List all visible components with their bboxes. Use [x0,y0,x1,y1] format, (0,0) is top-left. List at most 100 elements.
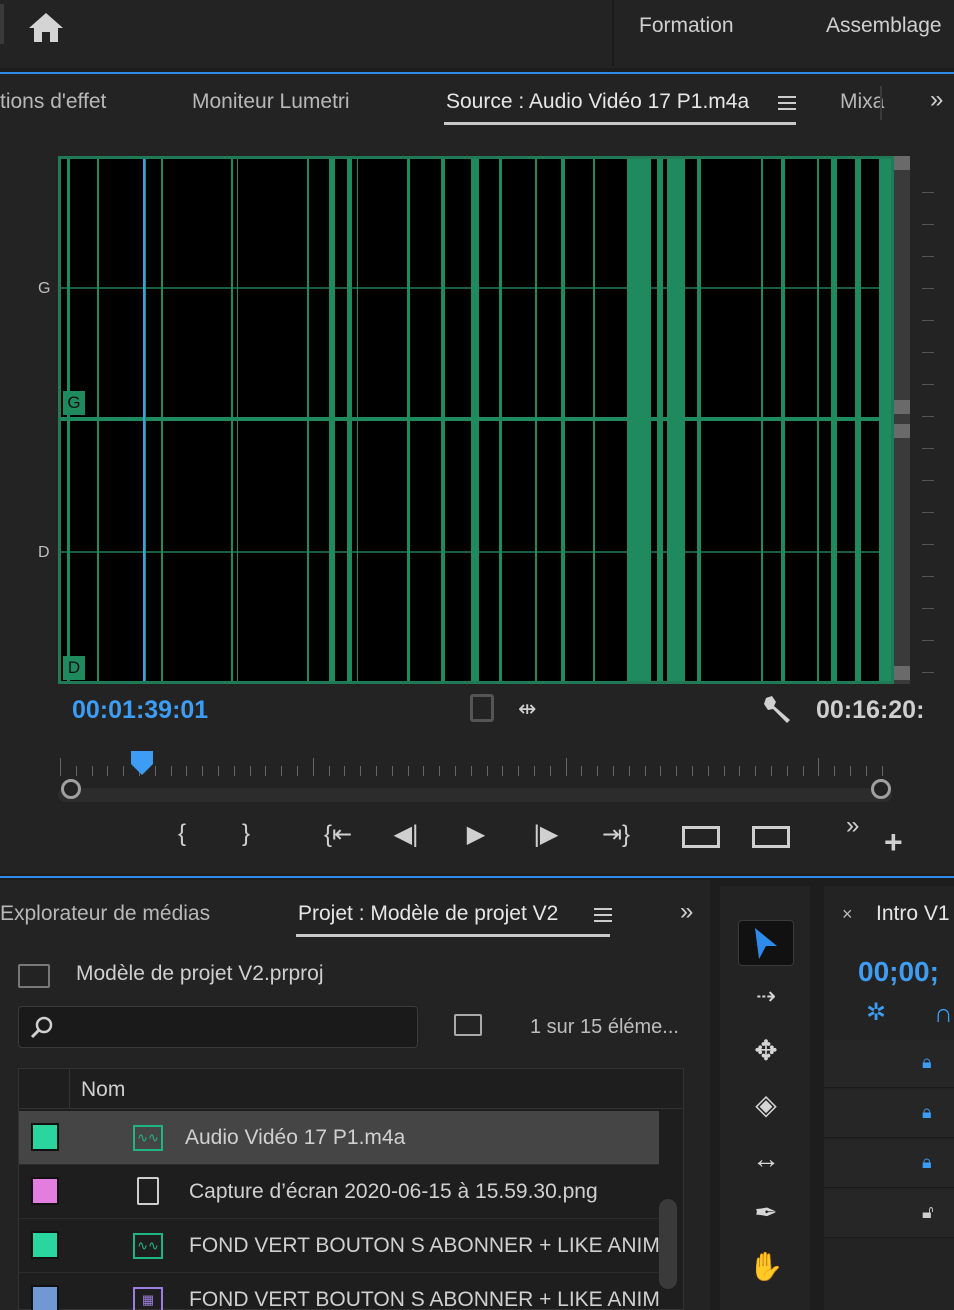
sequence-timecode[interactable]: 00;00; [858,956,939,988]
time-tick [455,766,456,776]
scroll-handle-top[interactable] [894,156,910,170]
label-color-swatch[interactable] [31,1231,59,1259]
time-tick [170,766,172,776]
label-color-swatch[interactable] [31,1123,59,1151]
slip-tool[interactable]: ↔ [738,1136,794,1182]
time-tick [565,758,567,776]
time-tick [233,766,235,776]
waveform-peak [879,159,891,681]
time-tick [549,766,551,776]
arrow-icon [755,928,777,959]
zoom-handle-left[interactable] [61,779,81,799]
time-tick [107,766,109,776]
waveform-peak [697,159,701,681]
duration-timecode: 00:16:20: [816,696,925,724]
lock-icon[interactable]: 🔒︎ [922,1052,932,1073]
ruler-tick [922,608,934,609]
ripple-edit-tool[interactable]: ✥ [738,1028,794,1074]
ruler-tick [922,256,934,257]
more-panels-icon[interactable]: » [680,898,693,926]
time-tick [723,766,725,776]
panel-grip [0,4,4,44]
new-search-bin-icon[interactable] [454,1014,482,1036]
wrench-icon[interactable] [762,694,794,724]
unlock-icon[interactable]: 🔓︎ [922,1202,934,1223]
selection-tool[interactable] [738,920,794,966]
linked-selection-icon[interactable]: ∩ [934,998,953,1029]
snap-icon[interactable]: ✲ [866,998,886,1027]
zoom-scrollbar[interactable] [58,788,892,802]
tab-audio-mixer[interactable]: Mixa [840,90,884,114]
panel-menu-icon[interactable] [778,96,796,110]
lock-icon[interactable]: 🔒︎ [922,1102,932,1123]
waveform-peak [161,159,163,681]
insert-button[interactable] [682,826,720,848]
search-input[interactable] [18,1006,418,1048]
close-icon[interactable]: × [842,904,853,925]
mark-in-button[interactable]: { [160,820,204,848]
pen-tool[interactable]: ✒ [738,1190,794,1236]
panel-menu-icon[interactable] [594,908,612,922]
go-to-in-button[interactable]: {⇤ [316,820,360,849]
item-name: FOND VERT BOUTON S ABONNER + LIKE ANIMA [189,1288,659,1310]
tab-source[interactable]: Source : Audio Vidéo 17 P1.m4a [446,90,749,114]
column-header-name[interactable]: Nom [81,1078,125,1102]
track-select-tool[interactable]: ⇢ [738,974,794,1020]
waveform-peak [657,159,663,681]
track-row: 🔒︎ [824,1140,954,1188]
list-item[interactable]: Capture d’écran 2020-06-15 à 15.59.30.pn… [19,1165,659,1219]
tab-lumetri-scopes[interactable]: Moniteur Lumetri [192,90,350,114]
step-forward-button[interactable]: |▶ [524,820,568,849]
lock-icon[interactable]: 🔒︎ [922,1152,932,1173]
ruler-tick [922,672,934,673]
vertical-zoom-scrollbar[interactable] [894,156,910,684]
workspace-tab-formation[interactable]: Formation [639,14,734,38]
image-file-icon [137,1177,159,1205]
drop-video-icon[interactable] [470,694,494,722]
time-tick [439,766,441,776]
sequence-tab[interactable]: Intro V1 [876,902,950,926]
overwrite-button[interactable] [752,826,790,848]
hand-tool[interactable]: ✋ [738,1244,794,1290]
label-color-swatch[interactable] [31,1285,59,1310]
more-controls-icon[interactable]: » [846,812,859,840]
razor-tool[interactable]: ◈ [738,1082,794,1128]
track-row: 🔒︎ [824,1090,954,1138]
button-editor-icon[interactable]: + [884,824,903,861]
list-item[interactable]: ∿∿ Audio Vidéo 17 P1.m4a [19,1111,659,1165]
time-tick [249,766,251,776]
list-item[interactable]: ∿∿ FOND VERT BOUTON S ABONNER + LIKE ANI… [19,1219,659,1273]
more-panels-icon[interactable]: » [930,86,943,114]
home-icon[interactable] [26,10,66,44]
current-timecode[interactable]: 00:01:39:01 [72,696,208,725]
go-to-out-button[interactable]: ⇥} [594,820,638,849]
list-item[interactable]: ▦ FOND VERT BOUTON S ABONNER + LIKE ANIM… [19,1273,659,1310]
waveform-peak [97,159,99,681]
list-scrollbar[interactable] [659,1199,677,1289]
scroll-handle-bottom[interactable] [894,666,910,680]
time-tick [281,766,283,776]
scroll-handle-mid2[interactable] [894,424,910,438]
drag-audio-icon[interactable]: ⇹ [518,696,536,722]
time-tick [423,766,425,776]
play-button[interactable]: ▶ [454,820,498,849]
mark-out-button[interactable]: } [224,820,268,848]
audio-waveform[interactable]: G D [58,156,894,684]
folder-up-icon[interactable] [18,964,50,988]
workspace-tab-assemblage[interactable]: Assemblage [826,14,942,38]
waveform-peak [627,159,651,681]
step-back-button[interactable]: ◀| [384,820,428,849]
playhead-line[interactable] [143,159,145,681]
scroll-handle-mid[interactable] [894,400,910,414]
time-tick [186,766,188,776]
playhead-marker-icon[interactable] [130,750,154,776]
tab-media-browser[interactable]: Explorateur de médias [0,902,210,926]
zoom-handle-right[interactable] [871,779,891,799]
time-ruler[interactable] [60,758,883,776]
item-count: 1 sur 15 éléme... [530,1016,679,1038]
label-color-swatch[interactable] [31,1177,59,1205]
tab-effect-controls[interactable]: tions d'effet [0,90,106,114]
search-icon [30,1016,53,1039]
tab-project[interactable]: Projet : Modèle de projet V2 [298,902,558,926]
time-tick [818,758,820,776]
